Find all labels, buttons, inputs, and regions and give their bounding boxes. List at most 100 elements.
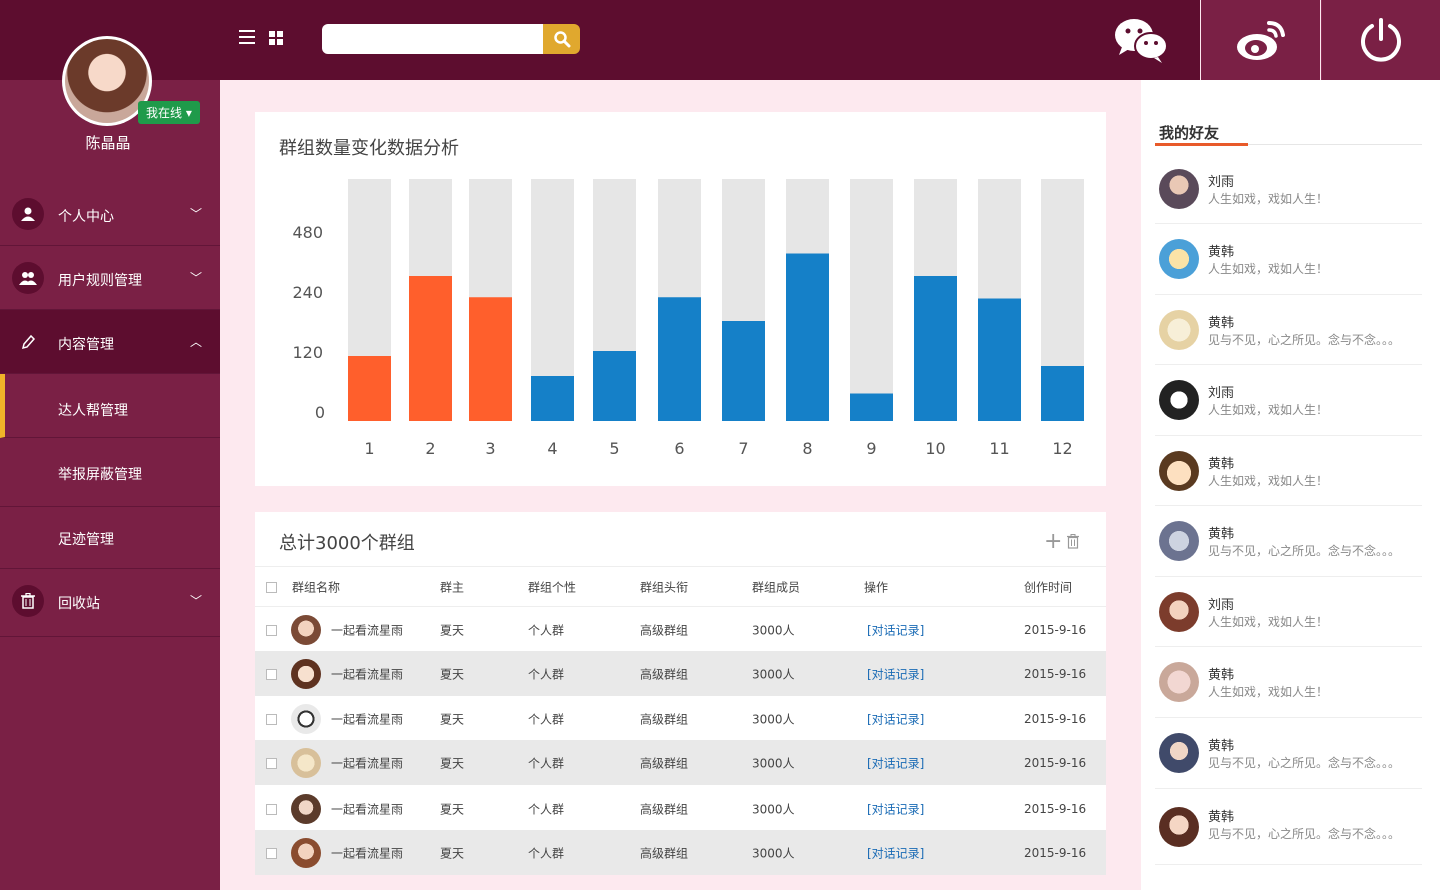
row-checkbox[interactable] — [266, 847, 277, 859]
x-tick: 4 — [547, 439, 558, 458]
x-tick: 5 — [609, 439, 620, 458]
friend-item[interactable]: 黄韩 人生如戏，戏如人生！ — [1155, 436, 1422, 506]
group-avatar — [291, 837, 321, 868]
wechat-icon — [1114, 19, 1168, 63]
bar-track — [850, 179, 893, 421]
table-row[interactable]: 一起看流星雨 夏天 个人群 高级群组 3000人 [对话记录] 2015-9-16 — [255, 651, 1106, 696]
cell-name: 一起看流星雨 — [331, 667, 404, 681]
nav-user-rules[interactable]: 用户规则管理 ﹀ — [0, 246, 220, 310]
col-header[interactable]: 群主 — [440, 578, 464, 595]
subnav-footprint[interactable]: 足迹管理 — [0, 507, 220, 569]
x-tick: 11 — [989, 439, 1010, 458]
weibo-button[interactable] — [1201, 0, 1320, 80]
grid-icon[interactable] — [269, 31, 283, 45]
chevron-down-icon: ﹀ — [189, 207, 202, 221]
chat-record-link[interactable]: [对话记录] — [867, 665, 924, 682]
cell-personality: 个人群 — [528, 756, 565, 770]
user-icon — [12, 198, 44, 230]
row-checkbox[interactable] — [266, 624, 277, 636]
delete-icon[interactable] — [1067, 534, 1079, 553]
bar-9[interactable] — [850, 393, 893, 422]
bar-8[interactable] — [786, 253, 829, 422]
bar-10[interactable] — [914, 276, 957, 421]
menu-icon[interactable] — [239, 30, 255, 44]
bar-2[interactable] — [409, 276, 452, 421]
friend-item[interactable]: 刘雨 人生如戏，戏如人生！ — [1155, 365, 1422, 436]
friend-item[interactable]: 刘雨 人生如戏，戏如人生！ — [1155, 577, 1422, 647]
chat-record-link[interactable]: [对话记录] — [867, 800, 924, 817]
table-row[interactable]: 一起看流星雨 夏天 个人群 高级群组 3000人 [对话记录] 2015-9-16 — [255, 607, 1106, 652]
x-tick: 12 — [1052, 439, 1073, 458]
table-row[interactable]: 一起看流星雨 夏天 个人群 高级群组 3000人 [对话记录] 2015-9-16 — [255, 786, 1106, 831]
friend-avatar — [1159, 380, 1199, 420]
bar-3[interactable] — [469, 297, 512, 421]
nav-personal-center[interactable]: 个人中心 ﹀ — [0, 182, 220, 246]
cell-members: 3000人 — [752, 846, 795, 860]
x-tick: 1 — [364, 439, 375, 458]
topbar — [220, 0, 1081, 80]
row-checkbox[interactable] — [266, 757, 277, 769]
friend-name: 黄韩 — [1208, 245, 1235, 260]
add-icon[interactable]: + — [1044, 531, 1062, 553]
online-status-badge[interactable]: 我在线 ▾ — [138, 101, 200, 124]
chevron-up-icon: ︿ — [189, 335, 202, 349]
bar-5[interactable] — [593, 351, 636, 421]
table-row[interactable]: 一起看流星雨 夏天 个人群 高级群组 3000人 [对话记录] 2015-9-16 — [255, 830, 1106, 875]
subnav-report-block[interactable]: 举报屏蔽管理 — [0, 438, 220, 507]
nav-content-management[interactable]: 内容管理 ︿ — [0, 310, 220, 374]
col-header[interactable]: 群组成员 — [752, 578, 800, 595]
friend-name: 刘雨 — [1208, 386, 1235, 401]
col-header[interactable]: 创作时间 — [1024, 578, 1072, 595]
chat-record-link[interactable]: [对话记录] — [867, 621, 924, 638]
bar-12[interactable] — [1041, 366, 1084, 421]
friend-item[interactable]: 黄韩 人生如戏，戏如人生！ — [1155, 647, 1422, 718]
cell-personality: 个人群 — [528, 846, 565, 860]
friend-status: 见与不见，心之所见。念与不念。。。 — [1208, 544, 1401, 558]
row-checkbox[interactable] — [266, 803, 277, 815]
row-checkbox[interactable] — [266, 713, 277, 725]
cell-owner: 夏天 — [440, 846, 465, 860]
friend-name: 黄韩 — [1208, 810, 1235, 825]
bar-11[interactable] — [978, 298, 1021, 422]
search-input[interactable] — [322, 24, 543, 54]
chat-record-link[interactable]: [对话记录] — [867, 754, 924, 771]
friend-item[interactable]: 黄韩 见与不见，心之所见。念与不念。。。 — [1155, 789, 1422, 865]
friend-name: 黄韩 — [1208, 457, 1235, 472]
table-title: 总计3000个群组 — [279, 533, 415, 554]
bar-7[interactable] — [722, 321, 765, 421]
wechat-button[interactable] — [1081, 0, 1200, 80]
cell-owner: 夏天 — [440, 802, 465, 816]
bar-4[interactable] — [531, 376, 574, 421]
nav-label: 用户规则管理 — [58, 273, 142, 289]
col-header[interactable]: 群组个性 — [528, 578, 576, 595]
col-header[interactable]: 群组头衔 — [640, 578, 688, 595]
chat-record-link[interactable]: [对话记录] — [867, 844, 924, 861]
pencil-icon — [12, 326, 44, 358]
avatar-image — [65, 39, 149, 123]
col-header[interactable]: 群组名称 — [292, 578, 340, 595]
x-tick: 7 — [738, 439, 749, 458]
x-tick: 2 — [425, 439, 436, 458]
x-tick: 8 — [802, 439, 813, 458]
friend-item[interactable]: 黄韩 人生如戏，戏如人生！ — [1155, 224, 1422, 295]
bar-1[interactable] — [348, 356, 391, 421]
subnav-expert-help[interactable]: 达人帮管理 — [0, 374, 220, 438]
subnav-label: 足迹管理 — [58, 532, 114, 548]
friend-item[interactable]: 刘雨 人生如戏，戏如人生！ — [1155, 154, 1422, 224]
nav-recycle-bin[interactable]: 回收站 ﹀ — [0, 569, 220, 637]
cell-personality: 个人群 — [528, 667, 565, 681]
friend-item[interactable]: 黄韩 见与不见，心之所见。念与不念。。。 — [1155, 718, 1422, 789]
bar-6[interactable] — [658, 297, 701, 421]
table-row[interactable]: 一起看流星雨 夏天 个人群 高级群组 3000人 [对话记录] 2015-9-16 — [255, 740, 1106, 785]
col-header[interactable]: 操作 — [864, 578, 888, 595]
search-button[interactable] — [543, 24, 580, 54]
table-row[interactable]: 一起看流星雨 夏天 个人群 高级群组 3000人 [对话记录] 2015-9-16 — [255, 696, 1106, 741]
select-all-checkbox[interactable] — [266, 581, 277, 593]
friend-item[interactable]: 黄韩 见与不见，心之所见。念与不念。。。 — [1155, 506, 1422, 577]
power-button[interactable] — [1321, 0, 1440, 80]
cell-name: 一起看流星雨 — [331, 756, 404, 770]
chat-record-link[interactable]: [对话记录] — [867, 710, 924, 727]
friend-item[interactable]: 黄韩 见与不见，心之所见。念与不念。。。 — [1155, 295, 1422, 365]
friend-name: 刘雨 — [1208, 598, 1235, 613]
row-checkbox[interactable] — [266, 668, 277, 680]
